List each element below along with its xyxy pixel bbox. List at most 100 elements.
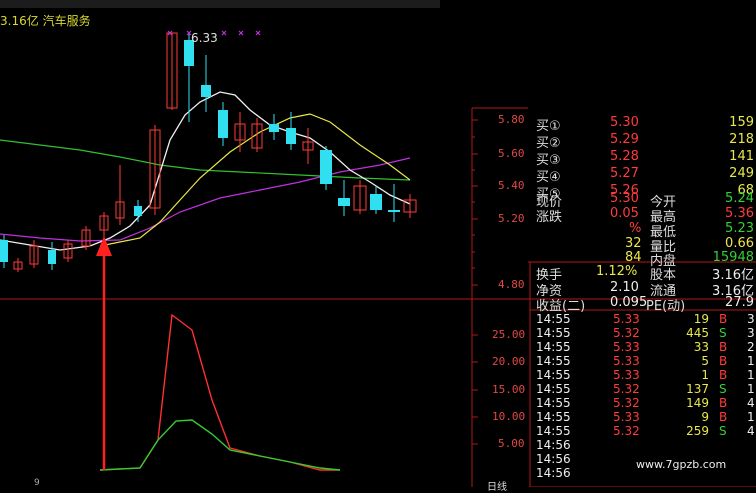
bid-price: 5.29 [610, 132, 639, 147]
trade-row: 14:56 [533, 438, 756, 453]
trade-time: 14:56 [536, 466, 571, 480]
trade-price: 5.33 [613, 410, 640, 424]
indicator-red-line [99, 313, 340, 471]
candle-down [0, 240, 8, 262]
trade-count: 1 [747, 368, 755, 382]
change-value: 0.05 [610, 206, 639, 221]
trade-row: 14:55 5.33 33 B 2 [533, 340, 756, 355]
trade-price: 5.33 [613, 368, 640, 382]
trade-count: 4 [747, 396, 755, 410]
candle-down [286, 128, 296, 144]
bid-row[interactable]: 买② 5.29 218 [533, 132, 756, 151]
trade-volume: 1 [701, 368, 709, 382]
candle-down [338, 198, 350, 206]
indicator-axis-label: 20.00 [492, 355, 526, 368]
watermark-text: www.7gpzb.com [636, 458, 727, 471]
price-axis-label: 4.80 [498, 278, 525, 291]
candle-down [201, 85, 211, 97]
ma-yellow-line [99, 113, 411, 247]
trade-volume: 9 [701, 410, 709, 424]
trade-side: B [719, 340, 728, 354]
trade-time: 14:55 [536, 382, 571, 396]
bid-volume: 159 [729, 115, 754, 130]
daily-period-tab[interactable]: 日线 [487, 478, 507, 493]
indicator-axis-label: 10.00 [492, 410, 526, 423]
trade-count: 2 [747, 340, 755, 354]
trade-side: B [719, 396, 728, 410]
change-percent: % [629, 221, 642, 236]
stats-row: 换手 1.12% 股本 3.16亿 [533, 264, 756, 283]
indicator-axis-label: 5.00 [498, 437, 525, 450]
trade-price: 5.32 [613, 424, 640, 438]
candle-down [134, 206, 142, 216]
bid-row[interactable]: 买③ 5.28 141 [533, 149, 756, 168]
stats-row: 收益(二) 0.095 PE(动) 27.9 [533, 295, 756, 314]
bid-price: 5.28 [610, 149, 639, 164]
trade-row: 14:55 5.33 5 B 1 [533, 354, 756, 369]
current-price: 5.30 [610, 191, 639, 206]
high-price: 5.36 [725, 206, 754, 221]
trade-price: 5.32 [613, 326, 640, 340]
peak-price-label: 6.33 [191, 31, 218, 45]
trade-count: 3 [747, 326, 755, 340]
bid-volume: 218 [729, 132, 754, 147]
bid-volume: 249 [729, 166, 754, 181]
candle-down [370, 194, 382, 210]
trade-volume: 19 [693, 312, 709, 326]
trade-count: 4 [747, 424, 755, 438]
trade-price: 5.33 [613, 354, 640, 368]
candle-down [48, 250, 56, 264]
trade-volume: 33 [693, 340, 709, 354]
trade-price: 5.33 [613, 340, 640, 354]
pe-value: 27.9 [725, 295, 754, 310]
trade-row: 14:55 5.32 445 S 3 [533, 326, 756, 341]
trade-time: 14:55 [536, 354, 571, 368]
bid-price: 5.27 [610, 166, 639, 181]
trade-count: 1 [747, 382, 755, 396]
price-axis-label: 5.80 [498, 113, 525, 126]
volume-ratio: 0.66 [725, 236, 754, 251]
trade-side: B [719, 368, 728, 382]
trade-side: S [719, 424, 727, 438]
trade-side: S [719, 382, 727, 396]
trade-side: S [719, 326, 727, 340]
trade-price: 5.32 [613, 382, 640, 396]
eps-value: 0.095 [610, 295, 648, 310]
trade-time: 14:55 [536, 368, 571, 382]
trade-time: 14:55 [536, 424, 571, 438]
trade-count: 1 [747, 410, 755, 424]
trade-row: 14:55 5.32 137 S 1 [533, 382, 756, 397]
bid-row[interactable]: 买④ 5.27 249 [533, 166, 756, 185]
trade-time: 14:55 [536, 410, 571, 424]
trade-volume: 149 [686, 396, 709, 410]
trade-time: 14:55 [536, 312, 571, 326]
trade-time: 14:55 [536, 326, 571, 340]
trade-row: 14:55 5.32 149 B 4 [533, 396, 756, 411]
bid-row[interactable]: 买① 5.30 159 [533, 115, 756, 134]
turnover-value: 1.12% [596, 264, 638, 279]
indicator-axis-label: 25.00 [492, 328, 526, 341]
trade-row: 14:55 5.33 19 B 3 [533, 312, 756, 327]
candle-down [218, 110, 228, 138]
candle-down [388, 210, 400, 212]
trade-time: 14:56 [536, 452, 571, 466]
bid-volume: 141 [729, 149, 754, 164]
trade-volume: 259 [686, 424, 709, 438]
trade-row: 14:55 5.32 259 S 4 [533, 424, 756, 439]
trade-volume: 445 [686, 326, 709, 340]
indicator-axis-label: 15.00 [492, 383, 526, 396]
candle-down [269, 124, 279, 132]
trade-volume: 137 [686, 382, 709, 396]
open-price: 5.24 [725, 191, 754, 206]
inner-volume: 15948 [712, 250, 754, 265]
trade-side: B [719, 354, 728, 368]
bid-price: 5.30 [610, 115, 639, 130]
trade-row: 14:55 5.33 9 B 1 [533, 410, 756, 425]
signal-arrow-head [96, 236, 112, 256]
trade-price: 5.32 [613, 396, 640, 410]
candle-down [320, 150, 332, 184]
price-axis-label: 5.20 [498, 212, 525, 225]
volume-a: 32 [625, 236, 642, 251]
price-axis-label: 5.60 [498, 147, 525, 160]
trade-row: 14:55 5.33 1 B 1 [533, 368, 756, 383]
